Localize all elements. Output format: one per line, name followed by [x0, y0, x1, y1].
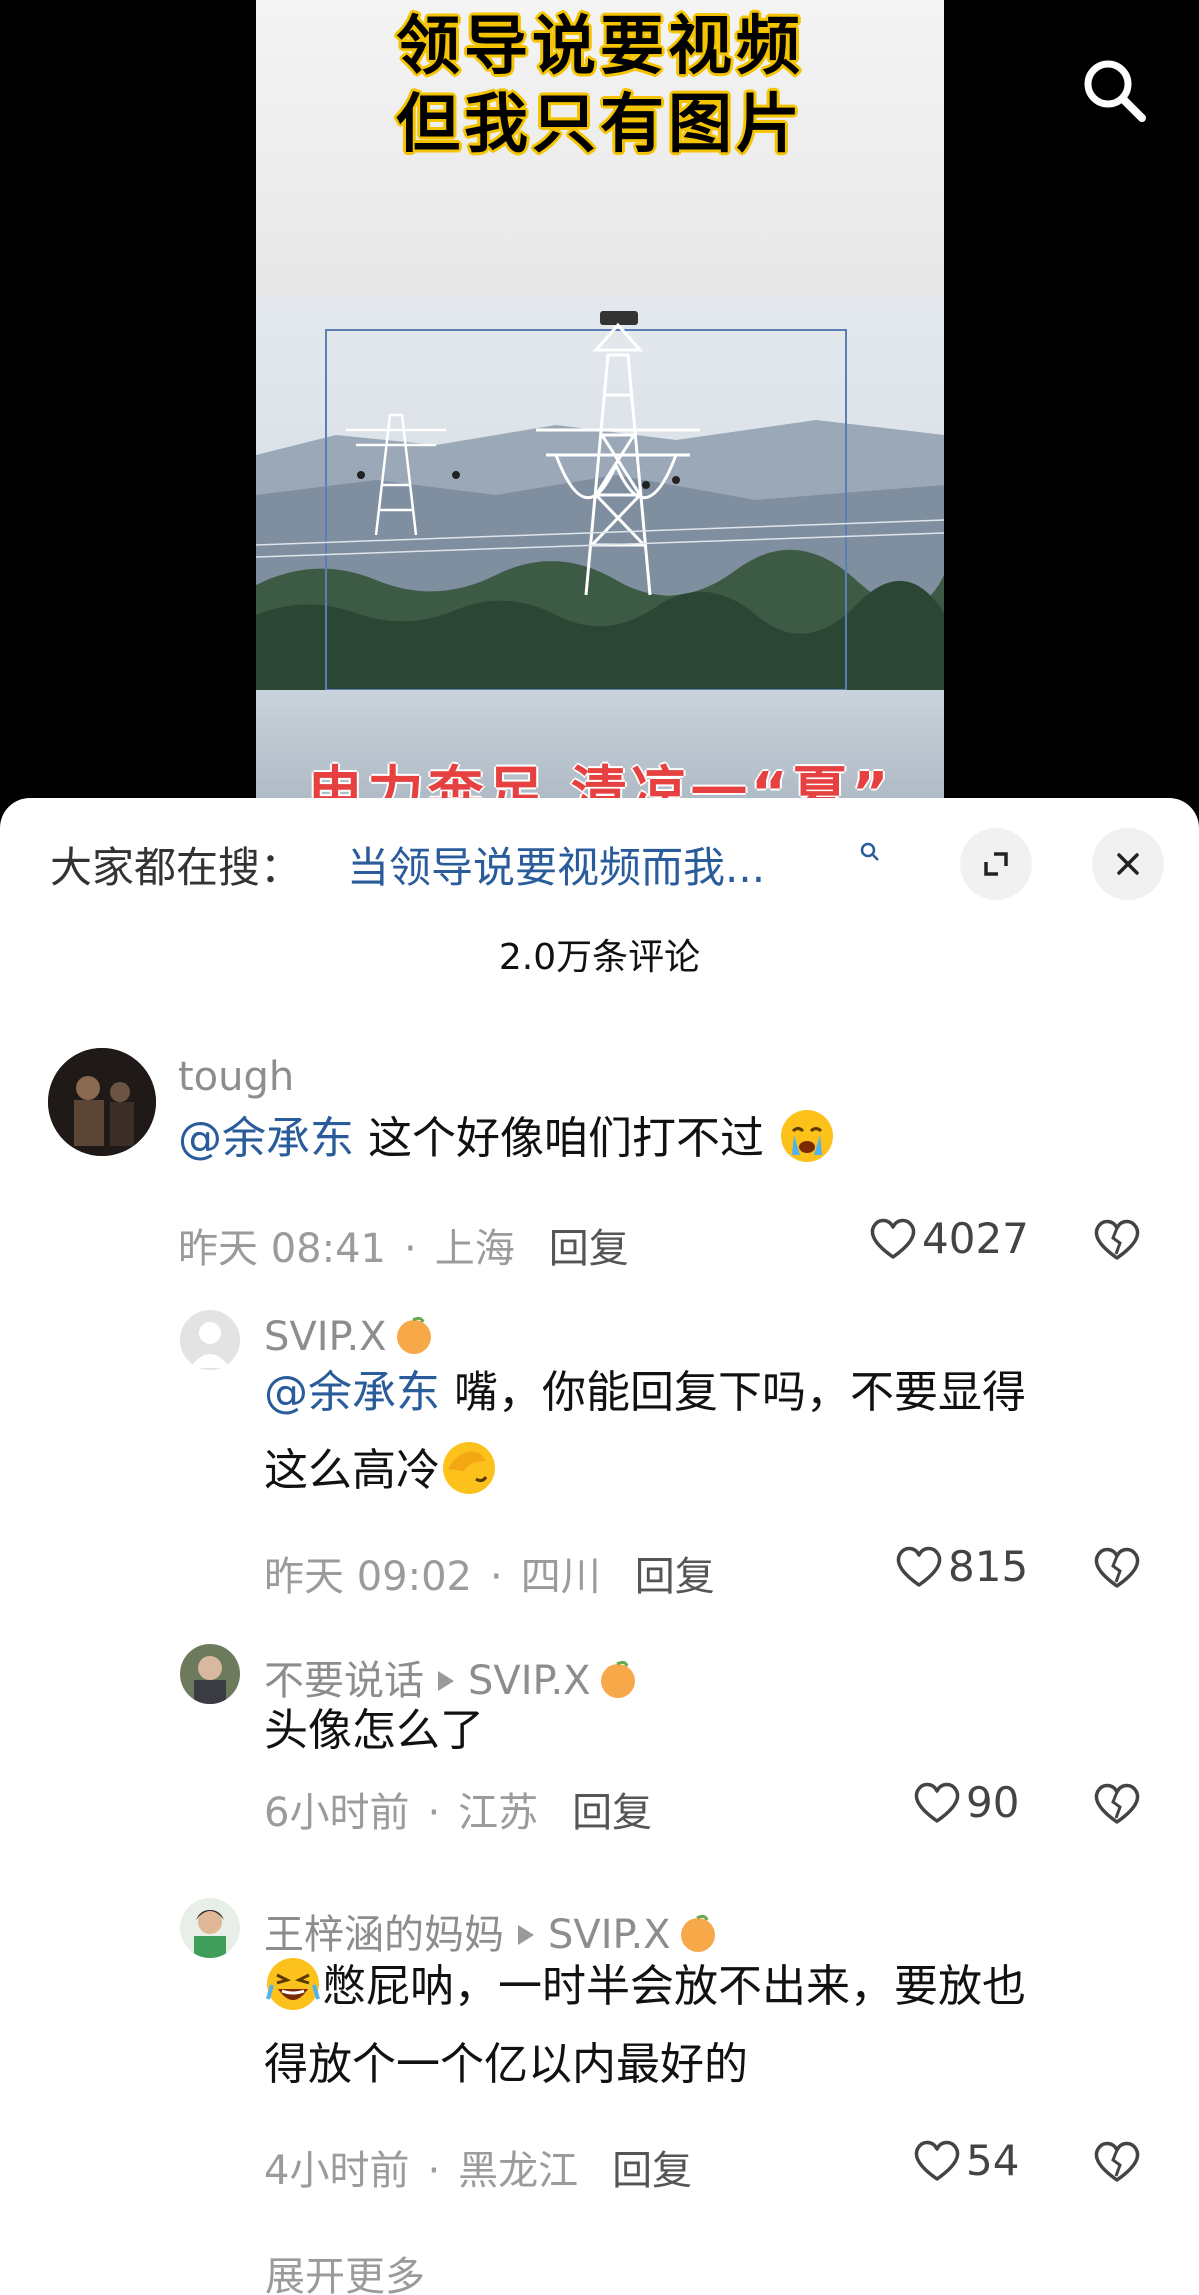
caption-line-1: 领导说要视频 — [396, 10, 804, 84]
comment-username[interactable]: SVIP.X — [264, 1312, 437, 1360]
reply-arrow-icon — [438, 1671, 454, 1691]
comment-location: 江苏 — [458, 1790, 539, 1836]
facepalm-emoji-icon — [443, 1442, 495, 1494]
search-icon[interactable] — [1076, 52, 1156, 132]
comment-content-line2: 得放个一个亿以内最好的 — [264, 2039, 748, 2090]
comment-content: 嘴，你能回复下吗，不要显得 — [440, 1367, 1026, 1418]
comment-text: @余承东 嘴，你能回复下吗，不要显得 这么高冷 — [264, 1354, 1144, 1510]
comment-text: 头像怎么了 — [264, 1705, 484, 1756]
like-button[interactable]: 4027 — [868, 1214, 1029, 1263]
mention-link[interactable]: @余承东 — [264, 1367, 440, 1418]
avatar[interactable] — [180, 1310, 240, 1370]
like-count: 54 — [966, 2136, 1020, 2185]
reply-button[interactable]: 回复 — [612, 2148, 692, 2194]
crying-emoji-icon — [781, 1110, 833, 1162]
comment-meta: 昨天 09:02 · 四川 回复 — [264, 1554, 715, 1600]
orange-badge-icon — [396, 1316, 431, 1354]
reply-button[interactable]: 回复 — [635, 1554, 715, 1600]
comment-meta: 6小时前 · 江苏 回复 — [264, 1790, 653, 1836]
broken-heart-icon — [1094, 1783, 1140, 1824]
comment-content: 这个好像咱们打不过 — [354, 1113, 764, 1164]
orange-badge-icon — [600, 1660, 635, 1698]
comment-meta: 昨天 08:41 · 上海 回复 — [178, 1226, 629, 1272]
comment-text: @余承东 这个好像咱们打不过 — [178, 1100, 836, 1178]
dislike-button[interactable] — [1092, 2138, 1142, 2188]
like-count: 90 — [966, 1778, 1020, 1827]
expand-icon — [984, 852, 1008, 876]
video-frame: 领导说要视频 但我只有图片 电力奔足 清凉一“夏” — [256, 0, 944, 820]
expand-more-label: 展开更多 — [265, 2254, 425, 2295]
comment-content-line2: 这么高冷 — [264, 1445, 440, 1496]
heart-icon — [896, 1546, 942, 1587]
avatar[interactable] — [180, 1898, 240, 1958]
comment-username[interactable]: tough — [178, 1054, 294, 1100]
reply-button[interactable]: 回复 — [572, 1790, 652, 1836]
like-button[interactable]: 815 — [894, 1542, 1028, 1591]
video-player[interactable]: 领导说要视频 但我只有图片 电力奔足 清凉一“夏” — [0, 0, 1199, 820]
comment-time: 昨天 08:41 — [178, 1226, 386, 1272]
broken-heart-icon — [1094, 1547, 1140, 1588]
heart-icon — [914, 2140, 960, 2181]
search-small-icon — [860, 842, 879, 861]
reply-button[interactable]: 回复 — [549, 1226, 629, 1272]
like-count: 815 — [948, 1542, 1029, 1591]
close-icon — [1117, 853, 1139, 875]
comment-location: 四川 — [520, 1554, 601, 1600]
close-button[interactable] — [1092, 828, 1164, 900]
heart-icon — [914, 1782, 960, 1823]
comment-location: 上海 — [434, 1226, 515, 1272]
expand-button[interactable] — [960, 828, 1032, 900]
video-caption: 领导说要视频 但我只有图片 — [256, 8, 944, 164]
caption-line-2: 但我只有图片 — [396, 88, 804, 162]
avatar[interactable] — [48, 1048, 156, 1156]
comment-meta: 4小时前 · 黑龙江 回复 — [264, 2148, 693, 2194]
comment-time: 6小时前 — [264, 1790, 410, 1836]
mention-link[interactable]: @余承东 — [178, 1113, 354, 1164]
heart-icon — [870, 1218, 916, 1259]
sheet-header: 大家都在搜： 当领导说要视频而我... — [0, 798, 1199, 900]
hot-search-link[interactable]: 当领导说要视频而我... — [347, 834, 765, 895]
comment-content: 憋屁呐，一时半会放不出来，要放也 — [322, 1961, 1026, 2012]
dislike-button[interactable] — [1092, 1216, 1142, 1266]
comment-text: 憋屁呐，一时半会放不出来，要放也 得放个一个亿以内最好的 — [264, 1948, 1144, 2104]
reply-to-username: SVIP.X — [468, 1658, 591, 1704]
power-tower-image — [256, 295, 944, 690]
like-button[interactable]: 54 — [912, 2136, 1019, 2185]
expand-more-button[interactable]: 展开更多 — [265, 2244, 425, 2295]
dislike-button[interactable] — [1092, 1544, 1142, 1594]
comment-count: 2.0万条评论 — [498, 937, 701, 978]
avatar[interactable] — [180, 1644, 240, 1704]
laughing-crying-emoji-icon — [266, 1958, 320, 2010]
reply-arrow-icon — [518, 1925, 534, 1945]
comment-time: 昨天 09:02 — [264, 1554, 472, 1600]
comment-sheet: 大家都在搜： 当领导说要视频而我... 2.0万条评论 tough @余承东 这… — [0, 798, 1199, 2295]
comment-location: 黑龙江 — [458, 2148, 579, 2194]
broken-heart-icon — [1094, 1219, 1140, 1260]
comment-time: 4小时前 — [264, 2148, 410, 2194]
hot-search-label: 大家都在搜： — [50, 843, 303, 892]
like-button[interactable]: 90 — [912, 1778, 1019, 1827]
broken-heart-icon — [1094, 2141, 1140, 2182]
dislike-button[interactable] — [1092, 1780, 1142, 1830]
like-count: 4027 — [922, 1214, 1029, 1263]
